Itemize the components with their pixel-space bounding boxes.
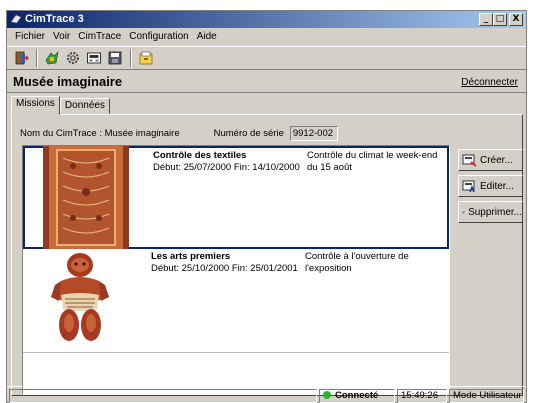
save-icon <box>108 51 122 65</box>
create-button[interactable]: Créer... <box>458 149 523 171</box>
menu-cimtrace[interactable]: CimTrace <box>74 29 125 45</box>
mission-row[interactable]: Les arts premiers Début: 25/10/2000 Fin:… <box>23 249 449 352</box>
user-mode: Mode Utilisateur <box>449 389 524 403</box>
menu-fichier[interactable]: Fichier <box>11 29 49 45</box>
window-controls: _ □ X <box>479 13 523 26</box>
menu-configuration[interactable]: Configuration <box>125 29 192 45</box>
textile-thumbnail <box>43 146 129 249</box>
mission-dates: Début: 25/07/2000 Fin: 14/10/2000 <box>153 162 300 173</box>
toolbar-separator <box>130 49 132 67</box>
disconnect-link[interactable]: Déconnecter <box>461 77 518 88</box>
header: Musée imaginaire Déconnecter <box>7 71 526 93</box>
mission-name: Les arts premiers <box>151 251 231 262</box>
mission-button[interactable] <box>42 48 62 68</box>
serial-label: Numéro de série <box>213 128 284 139</box>
tab-donnees[interactable]: Données <box>59 98 110 114</box>
save-button[interactable] <box>105 48 125 68</box>
maximize-button[interactable]: □ <box>493 13 507 26</box>
device-icon <box>87 52 101 64</box>
menu-bar: Fichier Voir CimTrace Configuration Aide <box>7 29 526 45</box>
edit-label: Editer... <box>480 180 514 192</box>
status-bar: Connecté 15:49:26 Mode Utilisateur <box>7 386 526 403</box>
status-message <box>9 389 317 403</box>
clock: 15:49:26 <box>397 389 447 403</box>
toolbar-separator <box>36 49 38 67</box>
create-icon <box>462 154 477 167</box>
archive-icon <box>139 51 153 65</box>
connected-icon <box>323 391 331 399</box>
mission-name: Contrôle des textiles <box>153 150 247 161</box>
serial-field: 9912-002 <box>289 126 338 141</box>
delete-icon <box>462 210 465 214</box>
mission-dates: Début: 25/10/2000 Fin: 25/01/2001 <box>151 263 298 274</box>
tab-strip: Missions Données <box>11 96 110 115</box>
app-logo-icon <box>10 14 22 24</box>
close-button[interactable]: X <box>509 13 523 26</box>
connection-status: Connecté <box>319 389 395 403</box>
connection-label: Connecté <box>335 390 379 401</box>
missions-panel: Nom du CimTrace : Musée imaginaire Numér… <box>11 114 523 396</box>
menu-voir[interactable]: Voir <box>49 29 74 45</box>
mission-icon <box>45 51 59 65</box>
museum-title: Musée imaginaire <box>13 74 123 89</box>
delete-button[interactable]: Supprimer... <box>458 201 523 223</box>
window-title: CimTrace 3 <box>25 13 84 25</box>
settings-gear-icon <box>67 52 79 64</box>
sculpture-thumbnail <box>51 253 109 341</box>
edit-icon <box>462 180 475 192</box>
minimize-button[interactable]: _ <box>479 13 493 26</box>
device-button[interactable] <box>84 48 104 68</box>
device-info: Nom du CimTrace : Musée imaginaire Numér… <box>20 126 338 141</box>
door-exit-icon <box>15 51 29 65</box>
exit-button[interactable] <box>11 48 31 68</box>
mission-list[interactable]: Contrôle des textiles Début: 25/07/2000 … <box>22 145 450 395</box>
archive-button[interactable] <box>136 48 156 68</box>
mission-row[interactable]: Contrôle des textiles Début: 25/07/2000 … <box>23 146 449 249</box>
list-divider <box>23 352 449 353</box>
app-window: CimTrace 3 _ □ X Fichier Voir CimTrace C… <box>6 10 527 403</box>
edit-button[interactable]: Editer... <box>458 175 523 197</box>
mission-description: Contrôle à l'ouverture de l'exposition <box>305 251 409 274</box>
device-name-label: Nom du CimTrace : Musée imaginaire <box>20 128 180 139</box>
title-bar: CimTrace 3 _ □ X <box>7 11 526 28</box>
tab-missions[interactable]: Missions <box>11 96 60 115</box>
toolbar <box>7 46 526 70</box>
delete-label: Supprimer... <box>468 206 522 218</box>
create-label: Créer... <box>480 154 513 166</box>
mission-description: Contrôle du climat le week-end du 15 aoû… <box>307 150 438 173</box>
menu-aide[interactable]: Aide <box>193 29 221 45</box>
settings-button[interactable] <box>63 48 83 68</box>
